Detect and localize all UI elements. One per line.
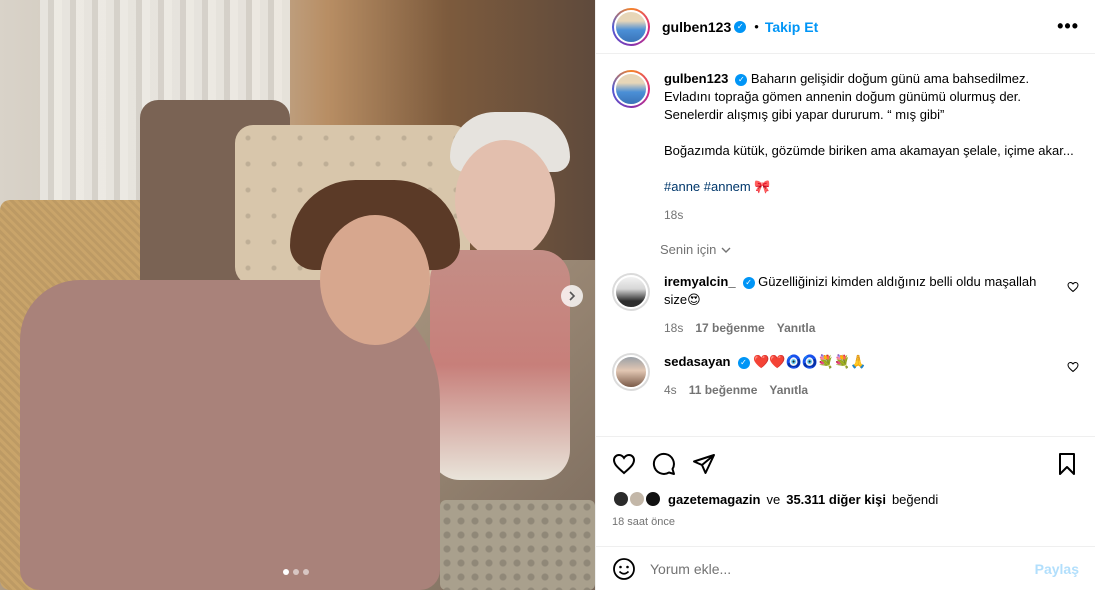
chevron-down-icon [721,247,731,253]
caption-hashtags[interactable]: #anne #annem [664,179,751,194]
carousel-dots [283,569,309,575]
comment-text: ❤️❤️🧿🧿💐💐🙏 [753,354,867,369]
likes-suffix: beğendi [891,491,939,507]
verified-badge-icon: ✓ [735,73,748,86]
post-photo[interactable] [0,0,595,590]
verified-badge-icon: ✓ [737,356,750,369]
carousel-dot [303,569,309,575]
commenter-avatar[interactable] [612,353,650,391]
comments-section[interactable]: gulben123 ✓ Baharın gelişidir doğum günü … [596,54,1095,436]
post-header: gulben123 ✓ • Takip Et ••• [596,0,1095,54]
comment-item: iremyalcin_ ✓ Güzelliğinizi kimden aldığı… [612,273,1079,337]
caption-emoji: 🎀 [754,179,771,194]
photo-person-young-face [320,215,430,345]
comment-item: sedasayan ✓ ❤️❤️🧿🧿💐💐🙏 4s 11 beğenme Yanıt… [612,353,1079,399]
comment-filter-label: Senin için [660,242,717,257]
comment-icon[interactable] [652,452,676,476]
post-timestamp[interactable]: 18 saat önce [612,516,675,528]
comment-likes[interactable]: 11 beğenme [689,381,758,399]
follow-button[interactable]: Takip Et [765,19,818,35]
author-username[interactable]: gulben123 [662,19,731,35]
caption-username[interactable]: gulben123 [664,71,728,86]
likes-connector: ve [766,491,781,507]
carousel-next-button[interactable] [561,285,583,307]
comment-time: 18s [664,321,684,335]
comment-filter-dropdown[interactable]: Senin için [660,242,1079,257]
header-separator: • [754,19,759,34]
commenter-avatar[interactable] [612,273,650,311]
photo-person-elder-face [455,140,555,260]
post-comment-button[interactable]: Paylaş [1035,561,1079,577]
comment-like-heart-icon[interactable] [1067,281,1079,293]
add-comment-bar: Paylaş [596,546,1095,590]
likes-summary: gazetemagazin ve 35.311 diğer kişi beğen… [612,490,1079,508]
comment-input[interactable] [650,560,1021,577]
caption-time: 18s [664,208,684,222]
comment-like-heart-icon[interactable] [1067,361,1079,373]
share-icon[interactable] [692,452,716,476]
bookmark-icon[interactable] [1055,452,1079,476]
liker-username[interactable]: gazetemagazin [668,492,760,507]
photo-bag [440,500,595,590]
author-avatar[interactable] [612,70,650,108]
comment-reply-button[interactable]: Yanıtla [769,381,808,399]
carousel-dot [293,569,299,575]
liker-avatar[interactable] [644,490,662,508]
comment-likes[interactable]: 17 beğenme [695,319,764,337]
heart-icon[interactable] [612,452,636,476]
emoji-icon[interactable] [612,557,636,581]
verified-badge-icon: ✓ [734,20,747,33]
photo-scarf [430,250,570,480]
likes-count[interactable]: 35.311 diğer kişi [786,492,886,507]
author-avatar[interactable] [612,7,650,46]
comment-time: 4s [664,383,677,397]
caption: gulben123 ✓ Baharın gelişidir doğum günü … [612,70,1079,224]
comment-username[interactable]: sedasayan [664,354,731,369]
post-actions-bar [596,436,1095,490]
comment-reply-button[interactable]: Yanıtla [777,319,816,337]
more-options-icon[interactable]: ••• [1057,16,1079,37]
chevron-right-icon [569,291,576,301]
comment-username[interactable]: iremyalcin_ [664,274,736,289]
post-side-panel: gulben123 ✓ • Takip Et ••• gulben123 ✓ Ba… [595,0,1095,590]
verified-badge-icon: ✓ [742,276,755,289]
carousel-dot [283,569,289,575]
